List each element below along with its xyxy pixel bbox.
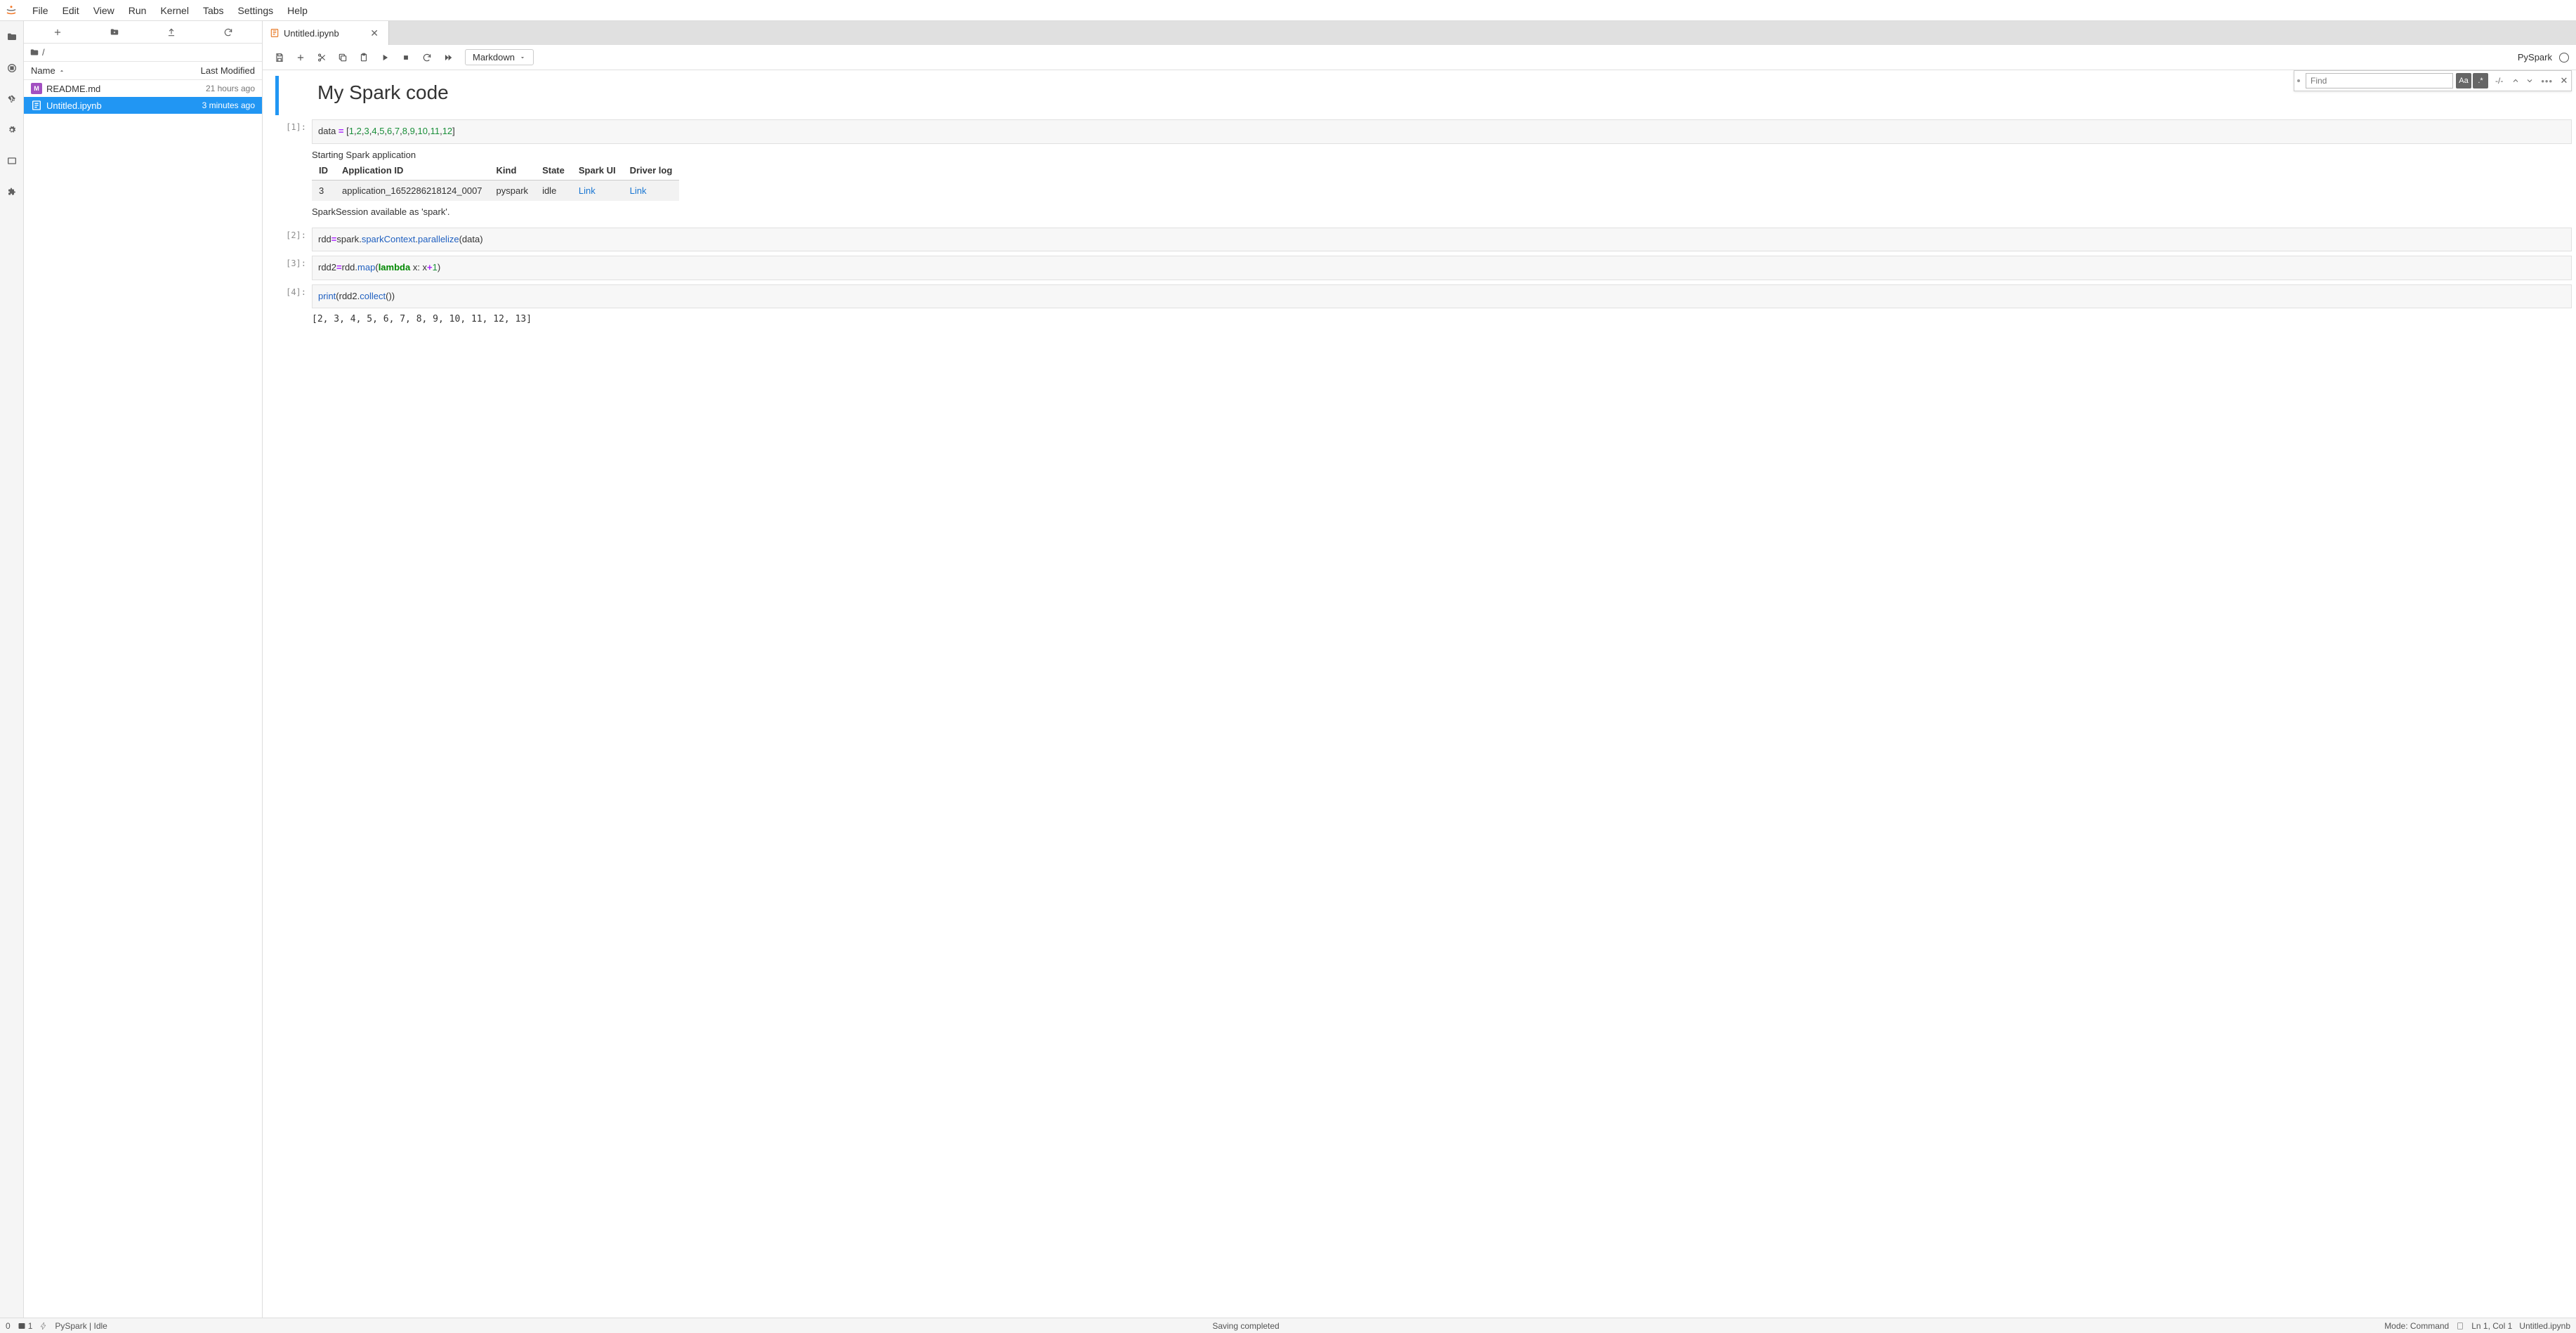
paste-icon[interactable] xyxy=(354,48,374,67)
cell-code[interactable]: [2]:rdd=spark.sparkContext.parallelize(d… xyxy=(270,228,2572,252)
cell-code[interactable]: [1]:data = [1,2,3,4,5,6,7,8,9,10,11,12]S… xyxy=(270,119,2572,223)
menu-help[interactable]: Help xyxy=(280,2,315,19)
status-notebook-trust[interactable] xyxy=(2456,1322,2464,1330)
file-browser: / Name Last Modified M README.md 21 hours … xyxy=(24,21,263,1318)
file-name: Untitled.ipynb xyxy=(46,100,102,111)
cut-icon[interactable] xyxy=(312,48,331,67)
code-input[interactable]: rdd=spark.sparkContext.parallelize(data) xyxy=(312,228,2572,252)
notebook-icon xyxy=(2456,1322,2464,1330)
menu-file[interactable]: File xyxy=(25,2,55,19)
cell-type-label: Markdown xyxy=(473,52,515,63)
cell-prompt: [1]: xyxy=(270,119,312,223)
file-row[interactable]: M README.md 21 hours ago xyxy=(24,80,262,97)
run-icon[interactable] xyxy=(375,48,395,67)
cell-code[interactable]: [4]:print(rdd2.collect())[2, 3, 4, 5, 6,… xyxy=(270,284,2572,331)
notebook-toolbar: Markdown PySpark xyxy=(263,45,2576,70)
file-toolbar xyxy=(24,21,262,44)
file-row[interactable]: Untitled.ipynb 3 minutes ago xyxy=(24,97,262,114)
status-mode: Mode: Command xyxy=(2384,1321,2449,1331)
sort-asc-icon xyxy=(58,67,65,74)
chevron-down-icon xyxy=(519,54,526,61)
settings-icon[interactable] xyxy=(6,124,18,136)
kernel-status-icon[interactable] xyxy=(2559,53,2569,63)
notebook-icon xyxy=(31,100,42,111)
jupyter-logo-icon[interactable] xyxy=(4,4,18,18)
modified-column-header[interactable]: Last Modified xyxy=(201,65,255,76)
breadcrumb[interactable]: / xyxy=(24,44,262,62)
status-terminals[interactable]: 1 xyxy=(18,1321,33,1331)
tab-label: Untitled.ipynb xyxy=(284,28,339,39)
file-name: README.md xyxy=(46,84,100,94)
menu-kernel[interactable]: Kernel xyxy=(153,2,195,19)
cell-code[interactable]: [3]:rdd2=rdd.map(lambda x: x+1) xyxy=(270,256,2572,280)
menu-bar: FileEditViewRunKernelTabsSettingsHelp xyxy=(0,0,2576,21)
cell-output: Starting Spark applicationIDApplication … xyxy=(312,144,2572,223)
file-list: M README.md 21 hours ago Untitled.ipynb 3 mi… xyxy=(24,80,262,1318)
status-kernel[interactable]: PySpark | Idle xyxy=(55,1321,107,1331)
notebook-content[interactable]: Aa .* -/- ••• ✕ My Spark code xyxy=(263,70,2576,1318)
name-column-header[interactable]: Name xyxy=(31,65,65,76)
extension-icon[interactable] xyxy=(6,185,18,198)
upload-icon[interactable] xyxy=(166,27,177,38)
status-file: Untitled.ipynb xyxy=(2519,1321,2570,1331)
copy-icon[interactable] xyxy=(333,48,353,67)
menu-run[interactable]: Run xyxy=(121,2,154,19)
git-icon[interactable] xyxy=(6,93,18,105)
file-modified: 21 hours ago xyxy=(206,84,255,93)
new-launcher-icon[interactable] xyxy=(52,27,63,38)
markdown-icon: M xyxy=(31,83,42,94)
activity-bar xyxy=(0,21,24,1318)
menu-tabs[interactable]: Tabs xyxy=(196,2,231,19)
breadcrumb-sep: / xyxy=(42,47,45,58)
cell-prompt: [4]: xyxy=(270,284,312,331)
menu-view[interactable]: View xyxy=(86,2,121,19)
folder-icon xyxy=(29,48,39,58)
running-icon[interactable] xyxy=(6,62,18,74)
status-save: Saving completed xyxy=(1212,1321,1279,1331)
file-list-header: Name Last Modified xyxy=(24,62,262,80)
folder-icon[interactable] xyxy=(6,31,18,44)
tabs-icon[interactable] xyxy=(6,155,18,167)
markdown-heading: My Spark code xyxy=(270,76,2572,115)
terminal-icon xyxy=(18,1322,26,1330)
new-folder-icon[interactable] xyxy=(109,27,120,38)
cell-output: [2, 3, 4, 5, 6, 7, 8, 9, 10, 11, 12, 13] xyxy=(312,308,2572,331)
refresh-icon[interactable] xyxy=(223,27,234,38)
code-input[interactable]: data = [1,2,3,4,5,6,7,8,9,10,11,12] xyxy=(312,119,2572,144)
menu-settings[interactable]: Settings xyxy=(231,2,281,19)
cell-prompt: [2]: xyxy=(270,228,312,252)
run-all-icon[interactable] xyxy=(438,48,458,67)
code-input[interactable]: rdd2=rdd.map(lambda x: x+1) xyxy=(312,256,2572,280)
kernel-name[interactable]: PySpark xyxy=(2518,52,2552,63)
link[interactable]: Link xyxy=(579,185,596,196)
lightning-icon xyxy=(39,1322,48,1330)
tab-untitled[interactable]: Untitled.ipynb ✕ xyxy=(263,21,389,45)
add-cell-icon[interactable] xyxy=(291,48,310,67)
notebook-icon xyxy=(270,28,280,38)
link[interactable]: Link xyxy=(630,185,647,196)
status-kernel-activity[interactable] xyxy=(39,1322,48,1330)
save-icon[interactable] xyxy=(270,48,289,67)
cell-markdown[interactable]: My Spark code xyxy=(270,76,2572,115)
main-area: Untitled.ipynb ✕ Markdown xyxy=(263,21,2576,1318)
menu-edit[interactable]: Edit xyxy=(55,2,86,19)
status-bar: 0 1 PySpark | Idle Saving completed Mode… xyxy=(0,1318,2576,1333)
status-simple-mode[interactable]: 0 xyxy=(6,1321,11,1331)
cell-type-selector[interactable]: Markdown xyxy=(465,49,534,65)
code-input[interactable]: print(rdd2.collect()) xyxy=(312,284,2572,309)
file-modified: 3 minutes ago xyxy=(202,100,255,110)
stop-icon[interactable] xyxy=(396,48,416,67)
tab-bar: Untitled.ipynb ✕ xyxy=(263,21,2576,45)
status-cursor[interactable]: Ln 1, Col 1 xyxy=(2471,1321,2512,1331)
close-icon[interactable]: ✕ xyxy=(367,26,381,41)
restart-icon[interactable] xyxy=(417,48,437,67)
cell-prompt: [3]: xyxy=(270,256,312,280)
